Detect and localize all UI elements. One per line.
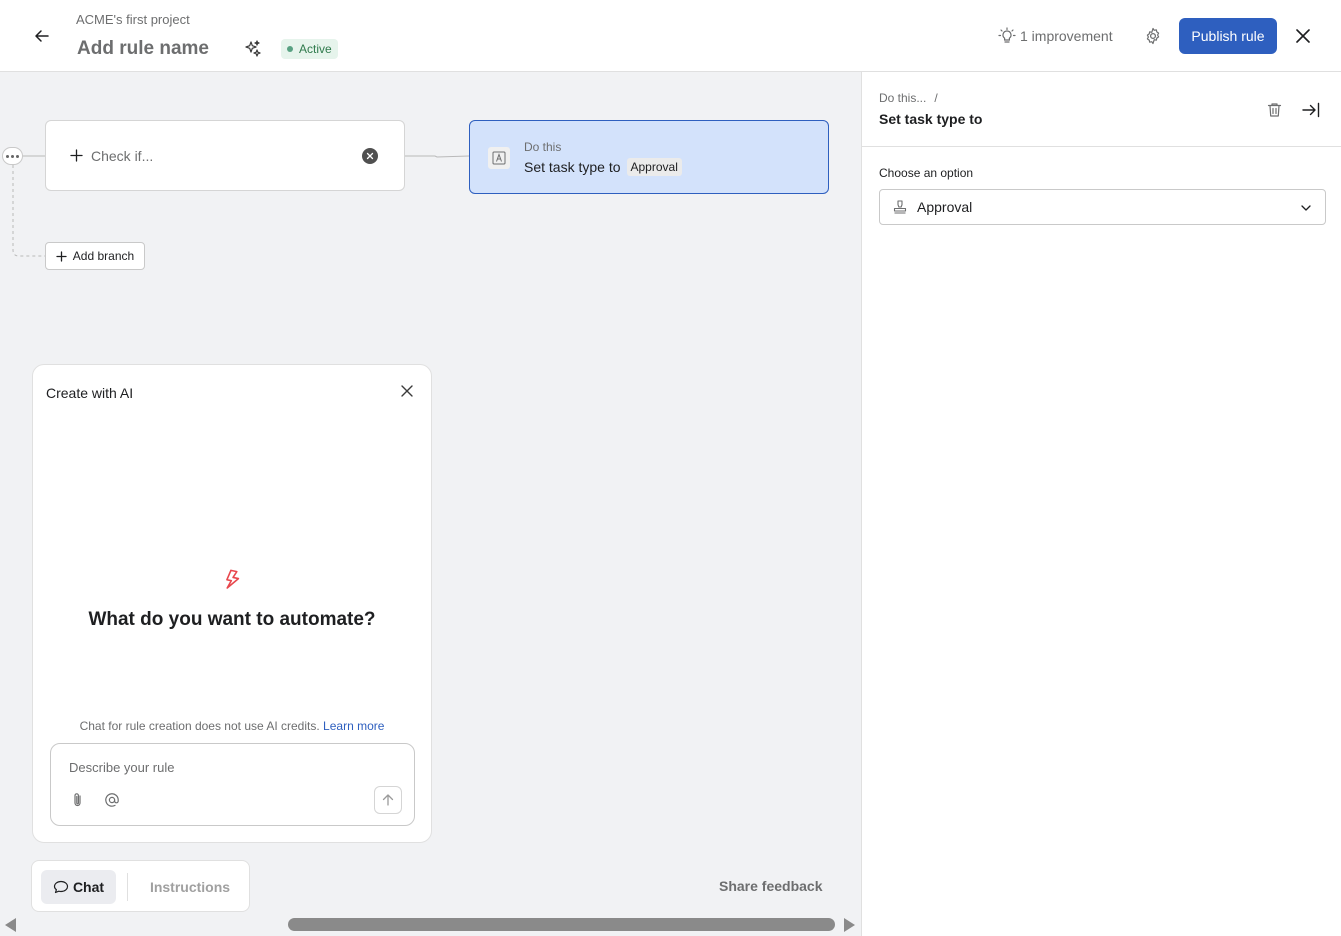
ai-panel-title: Create with AI xyxy=(46,385,134,401)
panel-title: Set task type to xyxy=(879,111,983,127)
ai-note-text: Chat for rule creation does not use AI c… xyxy=(79,719,320,733)
improvement-button[interactable]: 1 improvement xyxy=(998,25,1113,47)
at-sign-icon xyxy=(105,793,119,807)
close-button[interactable] xyxy=(1292,25,1314,47)
breadcrumb-parent[interactable]: Do this... xyxy=(879,91,926,105)
close-icon xyxy=(1296,29,1310,43)
lightbulb-icon xyxy=(998,27,1016,43)
option-field-label: Choose an option xyxy=(879,166,974,180)
close-icon xyxy=(401,385,413,397)
add-branch-label: Add branch xyxy=(72,249,135,263)
chat-bubble-icon xyxy=(53,880,69,894)
action-description: Set task type to Approval xyxy=(524,158,682,176)
action-card[interactable]: Do this Set task type to Approval xyxy=(469,120,829,194)
status-badge: Active xyxy=(281,39,338,59)
action-details-panel: Do this... / Set task type to Choose an … xyxy=(861,72,1341,936)
status-label: Active xyxy=(299,42,332,56)
send-button[interactable] xyxy=(374,786,402,814)
action-type-icon xyxy=(488,147,510,169)
selected-option: Approval xyxy=(917,199,973,215)
gear-icon xyxy=(1146,27,1160,45)
share-feedback-link[interactable]: Share feedback xyxy=(719,878,823,894)
plus-icon xyxy=(70,149,83,162)
improvement-label: 1 improvement xyxy=(1020,28,1113,44)
horizontal-scrollbar-thumb[interactable] xyxy=(288,918,835,931)
add-branch-button[interactable]: Add branch xyxy=(45,242,145,270)
tab-instructions[interactable]: Instructions xyxy=(140,870,240,904)
collapse-panel-button[interactable] xyxy=(1301,100,1321,120)
describe-rule-input[interactable] xyxy=(69,760,389,775)
action-text: Set task type to xyxy=(524,159,621,175)
scroll-right-arrow[interactable] xyxy=(844,918,855,932)
ai-credits-note: Chat for rule creation does not use AI c… xyxy=(33,719,431,733)
rule-canvas[interactable]: Check if... Do this Set task type to App… xyxy=(0,72,861,936)
panel-divider xyxy=(862,146,1341,147)
condition-placeholder: Check if... xyxy=(91,147,154,164)
arrow-up-icon xyxy=(382,794,394,806)
ai-panel-close-button[interactable] xyxy=(397,381,417,401)
plus-icon xyxy=(56,250,67,262)
breadcrumb-separator: / xyxy=(934,91,938,105)
sparkle-icon xyxy=(245,40,261,57)
ai-sparkle-button[interactable] xyxy=(242,38,264,60)
tab-chat[interactable]: Chat xyxy=(41,870,116,904)
collapse-right-icon xyxy=(1302,102,1320,118)
settings-button[interactable] xyxy=(1142,25,1164,47)
action-value-chip: Approval xyxy=(626,158,682,176)
paperclip-icon xyxy=(74,793,81,807)
option-select[interactable]: Approval xyxy=(879,189,1326,225)
lightning-bolt-icon xyxy=(226,569,240,589)
tab-divider xyxy=(127,873,128,901)
action-title: Do this xyxy=(524,140,562,154)
rule-name-input[interactable]: Add rule name xyxy=(77,38,209,60)
back-button[interactable] xyxy=(28,22,56,50)
clear-condition-icon[interactable] xyxy=(362,148,378,164)
scroll-left-arrow[interactable] xyxy=(5,918,16,932)
ai-input-box xyxy=(50,743,415,826)
mention-button[interactable] xyxy=(103,791,121,809)
ai-heading: What do you want to automate? xyxy=(88,609,376,630)
branch-more-button[interactable] xyxy=(2,147,23,165)
tab-chat-label: Chat xyxy=(72,879,105,895)
delete-action-button[interactable] xyxy=(1264,100,1284,120)
project-name[interactable]: ACME's first project xyxy=(76,12,190,27)
create-with-ai-panel: Create with AI What do you want to autom… xyxy=(32,364,432,843)
status-dot xyxy=(287,46,293,52)
chevron-down-icon xyxy=(1299,201,1313,215)
trash-icon xyxy=(1267,103,1281,117)
learn-more-link[interactable]: Learn more xyxy=(323,719,384,733)
stamp-icon xyxy=(893,200,907,214)
panel-tabs: Chat Instructions xyxy=(31,860,250,912)
header: ACME's first project Add rule name Activ… xyxy=(0,0,1341,72)
publish-rule-button[interactable]: Publish rule xyxy=(1179,18,1277,54)
breadcrumb: Do this... / xyxy=(879,91,938,105)
arrow-left-icon xyxy=(35,30,49,42)
condition-card[interactable]: Check if... xyxy=(45,120,405,191)
attach-button[interactable] xyxy=(69,791,87,809)
